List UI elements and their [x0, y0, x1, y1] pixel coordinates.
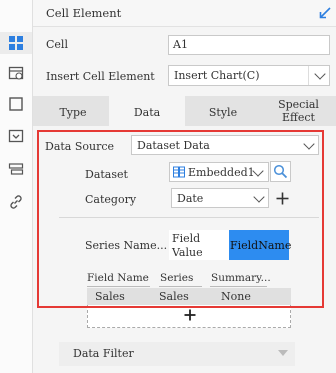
- highlight-frame: [37, 130, 324, 308]
- insert-cell-element-value: Insert Chart(C): [174, 69, 260, 82]
- grid-icon[interactable]: [8, 35, 24, 51]
- data-filter-section[interactable]: Data Filter: [59, 342, 295, 366]
- tab-data-label: Data: [133, 106, 161, 119]
- cell-input[interactable]: A1: [168, 35, 330, 55]
- cell-label: Cell: [46, 38, 68, 51]
- tab-type[interactable]: Type: [37, 96, 109, 126]
- caret-down-icon: [278, 350, 288, 356]
- chevron-down-icon: [314, 68, 326, 80]
- cell-attribute-icon[interactable]: [8, 65, 24, 81]
- stack-icon[interactable]: [8, 161, 24, 177]
- tab-data[interactable]: Data: [109, 96, 185, 126]
- panel-title: Cell Element: [46, 6, 122, 20]
- insert-cell-element-label: Insert Cell Element: [46, 70, 155, 83]
- add-series-icon[interactable]: [184, 309, 196, 321]
- tab-style[interactable]: Style: [185, 96, 261, 126]
- tab-special-effect-label-1: Special: [278, 98, 319, 111]
- cell-value: A1: [173, 38, 188, 51]
- left-toolbar: [0, 0, 33, 373]
- add-series-area[interactable]: [87, 305, 291, 328]
- border-icon[interactable]: [8, 96, 24, 112]
- insert-cell-element-dropdown[interactable]: Insert Chart(C): [168, 65, 330, 86]
- tab-special-effect-label-2: Effect: [282, 111, 315, 124]
- tab-special-effect[interactable]: Special Effect: [261, 96, 336, 126]
- tab-style-label: Style: [208, 106, 238, 119]
- data-filter-label: Data Filter: [73, 347, 134, 360]
- panel-header: Cell Element: [33, 0, 336, 27]
- cell-element-panel: Cell Element Cell A1 Insert Cell Element…: [33, 0, 336, 373]
- tab-bar: Type Data Style Special Effect: [33, 96, 336, 126]
- widget-icon[interactable]: [8, 128, 24, 144]
- link-icon[interactable]: [8, 194, 24, 210]
- dropdown-divider: [308, 66, 309, 85]
- tab-type-label: Type: [59, 106, 87, 119]
- arrow-collapse-icon[interactable]: [319, 7, 331, 19]
